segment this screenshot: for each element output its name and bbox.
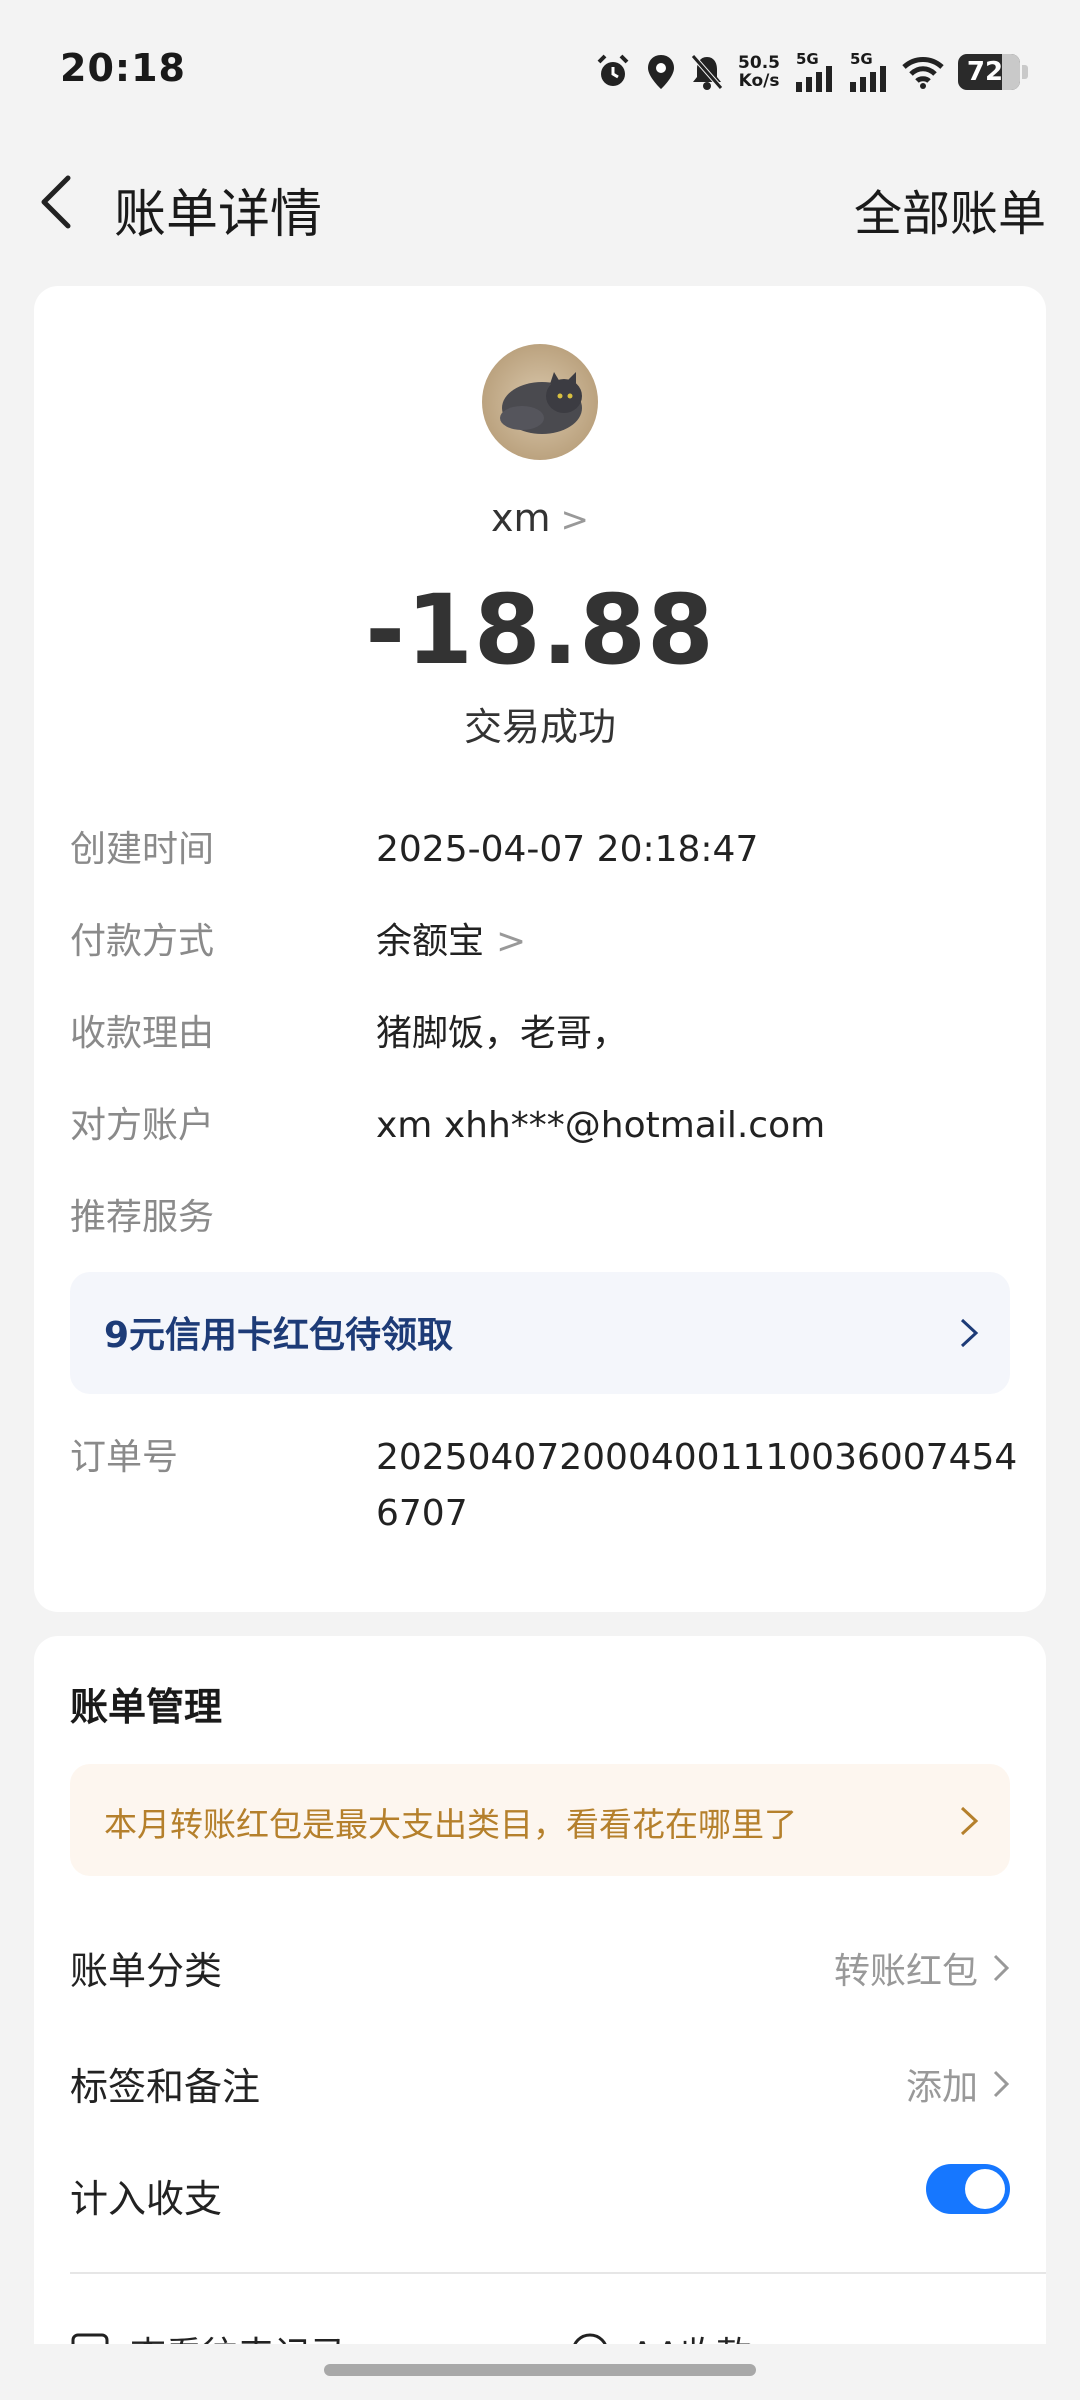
bill-management-card: 账单管理 本月转账红包是最大支出类目，看看花在哪里了 账单分类 转账红包 标签和… xyxy=(34,1636,1046,2400)
chevron-right-icon xyxy=(993,2070,1010,2098)
tags-notes-value: 添加 xyxy=(905,2067,978,2108)
status-icons: 50.5 Ko/s 5G 5G 72 xyxy=(594,50,1028,94)
status-time: 20:18 xyxy=(60,46,186,90)
payee-name-row[interactable]: xm > xyxy=(34,496,1046,540)
all-bills-link[interactable]: 全部账单 xyxy=(854,174,1046,244)
spending-tip-banner[interactable]: 本月转账红包是最大支出类目，看看花在哪里了 xyxy=(70,1764,1010,1876)
bill-category-label: 账单分类 xyxy=(70,1949,223,1993)
home-indicator[interactable] xyxy=(324,2364,756,2376)
network-speed-value: 50.5 xyxy=(738,53,780,73)
chevron-right-icon: > xyxy=(560,500,590,540)
transaction-status: 交易成功 xyxy=(463,705,616,749)
chevron-right-icon xyxy=(993,1954,1010,1982)
detail-label: 创建时间 xyxy=(70,829,215,870)
detail-value: 2025-04-07 20:18:47 xyxy=(376,829,759,870)
sim1-signal: 5G xyxy=(794,52,834,92)
detail-value: 猪脚饭，老哥， xyxy=(376,1013,629,1054)
detail-label: 推荐服务 xyxy=(70,1197,215,1238)
payment-method-value: 余额宝 xyxy=(376,921,485,962)
bill-category-value: 转账红包 xyxy=(833,1951,978,1992)
transaction-amount: -18.88 xyxy=(365,574,715,686)
page-title: 账单详情 xyxy=(114,185,323,245)
cat-avatar-image xyxy=(482,344,598,460)
wifi-icon xyxy=(902,57,944,89)
sim2-signal: 5G xyxy=(848,52,888,92)
count-in-budget-toggle[interactable] xyxy=(926,2164,1010,2214)
tip-text: 本月转账红包是最大支出类目，看看花在哪里了 xyxy=(104,1805,797,1844)
bill-summary-card: xm > -18.88 交易成功 创建时间 2025-04-07 20:18:47… xyxy=(34,286,1046,1612)
status-bar: 20:18 50.5 Ko/s 5G 5G 72 xyxy=(0,0,1080,140)
promo-text: 9元信用卡红包待领取 xyxy=(104,1315,454,1356)
detail-label: 收款理由 xyxy=(70,1013,215,1054)
chevron-right-icon xyxy=(960,1806,979,1836)
count-in-budget-row: 计入收支 xyxy=(70,2156,1010,2236)
network-speed-unit: Ko/s xyxy=(738,71,780,91)
chevron-right-icon xyxy=(960,1318,979,1348)
signal-icon xyxy=(850,66,886,92)
sim1-label: 5G xyxy=(796,50,819,68)
detail-label: 对方账户 xyxy=(70,1105,215,1146)
bill-category-row[interactable]: 账单分类 转账红包 xyxy=(70,1928,1010,2008)
location-icon xyxy=(648,55,675,89)
avatar[interactable] xyxy=(482,344,598,460)
detail-label: 订单号 xyxy=(70,1437,179,1478)
mute-bell-icon xyxy=(691,54,723,90)
tags-notes-row[interactable]: 标签和备注 添加 xyxy=(70,2044,1010,2124)
signal-icon xyxy=(796,66,832,92)
chevron-right-icon: > xyxy=(496,921,527,962)
detail-value: xm xhh***@hotmail.com xyxy=(376,1105,826,1146)
alarm-icon xyxy=(597,54,629,86)
title-bar: 账单详情 全部账单 xyxy=(0,150,1080,250)
battery-level: 72 xyxy=(966,57,1004,87)
sim2-label: 5G xyxy=(850,50,873,68)
order-number-value: 20250407200040011100360074546707 xyxy=(376,1437,1018,1534)
bill-detail-screen: 20:18 50.5 Ko/s 5G 5G 72 账单详情 全部账单 xm > … xyxy=(0,0,1080,2400)
divider xyxy=(70,2272,1046,2274)
tags-notes-label: 标签和备注 xyxy=(70,2065,261,2109)
section-title: 账单管理 xyxy=(70,1685,223,1729)
back-arrow-icon[interactable] xyxy=(34,172,78,232)
payee-name: xm xyxy=(490,496,551,540)
detail-label: 付款方式 xyxy=(70,921,215,962)
credit-card-promo-banner[interactable]: 9元信用卡红包待领取 xyxy=(70,1272,1010,1394)
toggle-knob xyxy=(965,2169,1005,2209)
network-speed: 50.5 Ko/s xyxy=(738,54,780,90)
battery-icon: 72 xyxy=(958,54,1028,90)
count-in-budget-label: 计入收支 xyxy=(70,2177,223,2221)
